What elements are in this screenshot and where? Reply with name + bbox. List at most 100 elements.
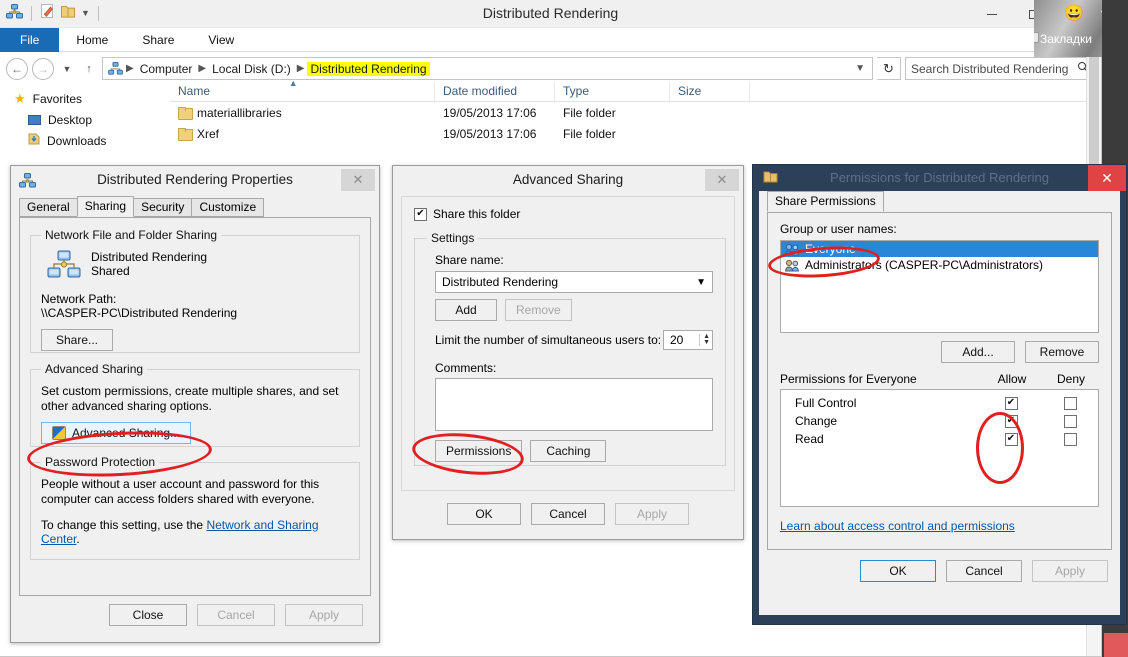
add-share-button[interactable]: Add — [435, 299, 497, 321]
column-header-date[interactable]: Date modified — [435, 82, 555, 101]
permissions-button[interactable]: Permissions — [435, 440, 523, 462]
comments-label: Comments: — [435, 361, 497, 375]
permissions-table: Full Control ✔ Change ✔ Read ✔ — [780, 389, 1099, 507]
remove-user-button[interactable]: Remove — [1025, 341, 1099, 363]
cancel-button[interactable]: Cancel — [531, 503, 605, 525]
apply-button: Apply — [1032, 560, 1108, 582]
file-type: File folder — [563, 105, 616, 120]
add-user-button[interactable]: Add... — [941, 341, 1015, 363]
sidebar-item-downloads[interactable]: Downloads — [14, 130, 170, 151]
sidebar-item-desktop[interactable]: Desktop — [14, 109, 170, 130]
comments-input[interactable] — [435, 378, 713, 431]
file-list-header: ▲ Name Date modified Type Size — [170, 78, 1101, 102]
allow-checkbox-full-control[interactable]: ✔ — [1004, 396, 1018, 410]
stepper-arrows[interactable]: ▲ ▼ — [699, 333, 710, 346]
table-row[interactable]: Xref 19/05/2013 17:06 File folder — [170, 123, 1101, 144]
share-this-folder-row[interactable]: ✔ Share this folder — [414, 207, 722, 221]
permission-row-full-control[interactable]: Full Control ✔ — [781, 394, 1098, 412]
recent-locations-icon[interactable]: ▼ — [58, 64, 76, 74]
downloads-icon — [28, 133, 40, 148]
breadcrumb-local-disk[interactable]: Local Disk (D:) — [209, 62, 294, 76]
close-icon[interactable]: ✕ — [1088, 165, 1126, 191]
network-group-legend: Network File and Folder Sharing — [45, 228, 218, 242]
file-date: 19/05/2013 17:06 — [443, 126, 537, 141]
breadcrumb-computer[interactable]: Computer — [137, 62, 196, 76]
address-bar[interactable]: ▶ Computer ▶ Local Disk (D:) ▶ Distribut… — [102, 57, 873, 80]
close-button[interactable]: Close — [109, 604, 187, 626]
sidebar-item-favorites[interactable]: ★ Favorites — [14, 88, 170, 109]
column-header-size[interactable]: Size — [670, 82, 750, 101]
chevron-down-icon[interactable]: ▼ — [696, 277, 706, 288]
forward-button[interactable]: → — [32, 57, 54, 80]
back-button[interactable]: ← — [6, 57, 28, 80]
password-protection-group: Password Protection People without a use… — [30, 455, 360, 560]
settings-legend: Settings — [431, 231, 475, 245]
tab-share-permissions[interactable]: Share Permissions — [767, 191, 884, 212]
uac-shield-icon — [52, 426, 66, 440]
allow-checkbox-read[interactable]: ✔ — [1004, 432, 1018, 446]
scrollbar-thumb[interactable] — [1089, 45, 1099, 165]
admins-group-icon — [785, 259, 800, 272]
learn-about-access-control-link[interactable]: Learn about access control and permissio… — [780, 519, 1015, 533]
tab-security[interactable]: Security — [133, 198, 193, 217]
table-row[interactable]: materiallibraries 19/05/2013 17:06 File … — [170, 102, 1101, 123]
breadcrumb-separator-2: ▶ — [198, 63, 207, 74]
search-input[interactable]: Search Distributed Rendering — [905, 57, 1095, 80]
advanced-sharing-button[interactable]: Advanced Sharing... — [41, 422, 192, 444]
refresh-icon[interactable]: ↻ — [877, 57, 901, 80]
folder-icon — [178, 128, 193, 141]
ribbon-tab-home[interactable]: Home — [59, 28, 125, 52]
simultaneous-users-stepper[interactable]: 20 ▲ ▼ — [663, 330, 713, 350]
properties-dialog-title: Distributed Rendering Properties — [97, 172, 293, 187]
minimize-button[interactable] — [971, 0, 1013, 28]
password-change-suffix: . — [76, 532, 80, 546]
ribbon-tab-share[interactable]: Share — [125, 28, 191, 52]
advanced-sharing-group: Advanced Sharing Set custom permissions,… — [30, 362, 360, 447]
bookmarks-label[interactable]: Закладки — [1040, 32, 1092, 46]
tab-sharing[interactable]: Sharing — [76, 196, 135, 217]
close-icon[interactable]: ✕ — [705, 169, 739, 191]
cancel-button[interactable]: Cancel — [946, 560, 1022, 582]
folder-icon — [178, 107, 193, 120]
breadcrumb-distributed-rendering[interactable]: Distributed Rendering — [307, 61, 430, 76]
permission-row-change[interactable]: Change ✔ — [781, 412, 1098, 430]
search-placeholder: Search Distributed Rendering — [911, 61, 1069, 76]
deny-checkbox-read[interactable] — [1063, 432, 1077, 446]
shared-folder-name: Distributed Rendering — [91, 250, 208, 264]
column-header-type[interactable]: Type — [555, 82, 670, 101]
share-this-folder-checkbox[interactable]: ✔ — [414, 207, 427, 221]
administrators-list-item[interactable]: Administrators (CASPER-PC\Administrators… — [781, 257, 1098, 273]
shared-folder-status: Shared — [91, 264, 130, 278]
group-user-names-list[interactable]: Everyone Administrators (CASPER-PC\Admin… — [780, 240, 1099, 333]
ok-button[interactable]: OK — [860, 560, 936, 582]
permission-row-read[interactable]: Read ✔ — [781, 430, 1098, 448]
allow-checkbox-change[interactable]: ✔ — [1004, 414, 1018, 428]
up-button[interactable]: ↑ — [80, 63, 98, 75]
column-header-name[interactable]: ▲ Name — [170, 78, 435, 101]
deny-checkbox-change[interactable] — [1063, 414, 1077, 428]
address-bar-row: ← → ▼ ↑ ▶ Computer ▶ Local Disk (D:) ▶ D… — [0, 52, 1101, 82]
breadcrumb-separator-3: ▶ — [296, 63, 305, 74]
apply-button: Apply — [615, 503, 689, 525]
tab-general[interactable]: General — [19, 198, 78, 217]
properties-footer: Close Cancel Apply — [11, 596, 379, 626]
ok-button[interactable]: OK — [447, 503, 521, 525]
explorer-title-bar: ▼ Distributed Rendering ✕ — [0, 0, 1101, 28]
address-history-dropdown-icon[interactable]: ▼ — [850, 63, 870, 74]
deny-checkbox-full-control[interactable] — [1063, 396, 1077, 410]
password-group-legend: Password Protection — [45, 455, 156, 469]
tab-customize[interactable]: Customize — [191, 198, 265, 217]
ribbon-tab-view[interactable]: View — [191, 28, 251, 52]
share-name-label: Share name: — [435, 253, 504, 267]
advanced-sharing-button-label: Advanced Sharing... — [72, 426, 181, 440]
caching-button[interactable]: Caching — [530, 440, 607, 462]
permissions-tab-strip: Share Permissions — [759, 191, 1120, 212]
everyone-list-item[interactable]: Everyone — [781, 241, 1098, 257]
share-name-combobox[interactable]: Distributed Rendering ▼ — [435, 271, 713, 293]
permissions-footer: OK Cancel Apply — [759, 550, 1120, 582]
ribbon-tab-file[interactable]: File — [0, 28, 60, 52]
close-icon[interactable]: ✕ — [341, 169, 375, 191]
cancel-button: Cancel — [197, 604, 275, 626]
permissions-dialog-body: Share Permissions Group or user names: E… — [759, 191, 1120, 615]
share-button[interactable]: Share... — [41, 329, 113, 351]
